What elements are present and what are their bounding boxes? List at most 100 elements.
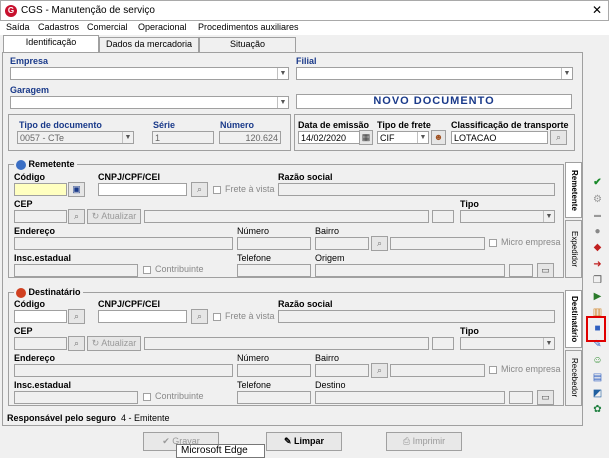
chevron-down-icon[interactable]: ▼ — [543, 211, 554, 222]
rem-bairro-input[interactable] — [315, 237, 369, 250]
binoculars-icon[interactable]: ⌕ — [550, 130, 567, 145]
vtab-recebedor[interactable]: Recebedor — [565, 350, 582, 406]
dest-atualizar-button[interactable]: ↻ Atualizar — [87, 336, 141, 351]
arrow-icon[interactable]: ➜ — [590, 257, 605, 272]
check-icon[interactable]: ✔ — [590, 175, 605, 190]
rem-origem-input[interactable] — [315, 264, 505, 277]
person-icon[interactable]: ☺ — [590, 353, 605, 368]
rem-numero-label: Número — [237, 226, 270, 236]
binoculars-icon[interactable]: ⌕ — [191, 182, 208, 197]
rem-contribuinte-checkbox[interactable] — [143, 266, 151, 274]
binoculars-icon[interactable]: ⌕ — [191, 309, 208, 324]
rem-endereco-input[interactable] — [14, 237, 233, 250]
limpar-button[interactable]: ✎ Limpar — [266, 432, 342, 451]
rem-tipo-select[interactable]: ▼ — [460, 210, 555, 223]
menu-cadastros[interactable]: Cadastros — [38, 22, 79, 32]
rem-cep-input[interactable] — [14, 210, 67, 223]
menu-saida[interactable]: Saída — [6, 22, 30, 32]
rem-uf-input[interactable] — [432, 210, 454, 223]
classificacao-input[interactable]: LOTACAO — [451, 131, 548, 144]
dest-uf-input[interactable] — [432, 337, 454, 350]
close-icon[interactable]: ✕ — [590, 3, 604, 17]
rem-insc-input[interactable] — [14, 264, 138, 277]
chevron-down-icon[interactable]: ▼ — [417, 132, 428, 143]
search-icon[interactable]: ▣ — [68, 182, 85, 197]
dest-frete-vista-checkbox[interactable] — [213, 313, 221, 321]
book-icon[interactable]: ◆ — [590, 240, 605, 255]
status-banner: NOVO DOCUMENTO — [296, 94, 572, 109]
dest-numero-input[interactable] — [237, 364, 311, 377]
copy-icon[interactable]: ❐ — [590, 273, 605, 288]
serie-input[interactable]: 1 — [152, 131, 214, 144]
vtab-expedidor[interactable]: Expedidor — [565, 220, 582, 278]
tab-dados-mercadoria[interactable]: Dados da mercadoria — [99, 37, 199, 52]
dest-bairro-desc-input[interactable] — [390, 364, 485, 377]
rem-cep-label: CEP — [14, 199, 33, 209]
chevron-down-icon[interactable]: ▼ — [122, 132, 133, 143]
data-emissao-input[interactable]: 14/02/2020 — [298, 131, 360, 144]
chevron-down-icon[interactable]: ▼ — [277, 97, 288, 108]
rem-telefone-input[interactable] — [237, 264, 311, 277]
menu-procedimentos[interactable]: Procedimentos auxiliares — [198, 22, 299, 32]
dest-destino-uf-input[interactable] — [509, 391, 533, 404]
filial-select[interactable]: ▼ — [296, 67, 573, 80]
binoculars-icon[interactable]: ⌕ — [68, 336, 85, 351]
menu-operacional[interactable]: Operacional — [138, 22, 187, 32]
binoculars-icon[interactable]: ⌕ — [371, 236, 388, 251]
rem-frete-vista-checkbox[interactable] — [213, 186, 221, 194]
rem-frete-vista-label: Frete à vista — [225, 184, 275, 194]
circle-icon[interactable]: ● — [590, 224, 605, 239]
dest-tipo-select[interactable]: ▼ — [460, 337, 555, 350]
chevron-down-icon[interactable]: ▼ — [543, 338, 554, 349]
rem-micro-checkbox[interactable] — [489, 239, 497, 247]
book2-icon[interactable]: ◩ — [590, 386, 605, 401]
dest-telefone-input[interactable] — [237, 391, 311, 404]
card-icon[interactable]: ▭ — [537, 390, 554, 405]
rem-origem-uf-input[interactable] — [509, 264, 533, 277]
numero-input[interactable]: 120.624 — [219, 131, 281, 144]
tipo-doc-select[interactable]: 0057 - CTe ▼ — [17, 131, 134, 144]
rem-codigo-input[interactable] — [14, 183, 67, 196]
dest-razao-input[interactable] — [278, 310, 555, 323]
chevron-down-icon[interactable]: ▼ — [561, 68, 572, 79]
menu-comercial[interactable]: Comercial — [87, 22, 128, 32]
rem-cnpj-input[interactable] — [98, 183, 187, 196]
dest-bairro-input[interactable] — [315, 364, 369, 377]
dest-cep-input[interactable] — [14, 337, 67, 350]
imprimir-button[interactable]: ⎙ Imprimir — [386, 432, 462, 451]
rem-cidade-input[interactable] — [144, 210, 429, 223]
tipo-frete-select[interactable]: CIF ▼ — [377, 131, 429, 144]
map-icon[interactable]: ▤ — [590, 370, 605, 385]
calendar-icon[interactable]: ▦ — [359, 130, 373, 145]
ruler-icon[interactable]: ▬ — [590, 208, 605, 223]
dest-endereco-input[interactable] — [14, 364, 233, 377]
binoculars-icon[interactable]: ⌕ — [68, 309, 85, 324]
numero-label: Número — [220, 120, 255, 130]
tab-identificacao[interactable]: Identificação — [3, 35, 99, 52]
app-logo-icon: G — [5, 5, 17, 17]
tab-situacao[interactable]: Situação — [199, 37, 296, 52]
rem-razao-input[interactable] — [278, 183, 555, 196]
globe-icon[interactable]: ✿ — [590, 402, 605, 417]
dest-cnpj-input[interactable] — [98, 310, 187, 323]
gear-icon[interactable]: ⚙ — [590, 192, 605, 207]
garagem-select[interactable]: ▼ — [10, 96, 289, 109]
empresa-select[interactable]: ▼ — [10, 67, 289, 80]
vtab-remetente[interactable]: Remetente — [565, 162, 582, 218]
chevron-down-icon[interactable]: ▼ — [277, 68, 288, 79]
dest-cidade-input[interactable] — [144, 337, 429, 350]
truck-icon[interactable]: ▶ — [590, 289, 605, 304]
dest-micro-checkbox[interactable] — [489, 366, 497, 374]
dest-destino-input[interactable] — [315, 391, 505, 404]
card-icon[interactable]: ▭ — [537, 263, 554, 278]
dest-contribuinte-checkbox[interactable] — [143, 393, 151, 401]
person-search-icon[interactable]: ☻ — [431, 130, 446, 145]
dest-codigo-input[interactable] — [14, 310, 67, 323]
binoculars-icon[interactable]: ⌕ — [68, 209, 85, 224]
dest-insc-input[interactable] — [14, 391, 138, 404]
rem-numero-input[interactable] — [237, 237, 311, 250]
rem-atualizar-button[interactable]: ↻ Atualizar — [87, 209, 141, 224]
vtab-destinatario[interactable]: Destinatário — [565, 290, 582, 348]
binoculars-icon[interactable]: ⌕ — [371, 363, 388, 378]
rem-bairro-desc-input[interactable] — [390, 237, 485, 250]
